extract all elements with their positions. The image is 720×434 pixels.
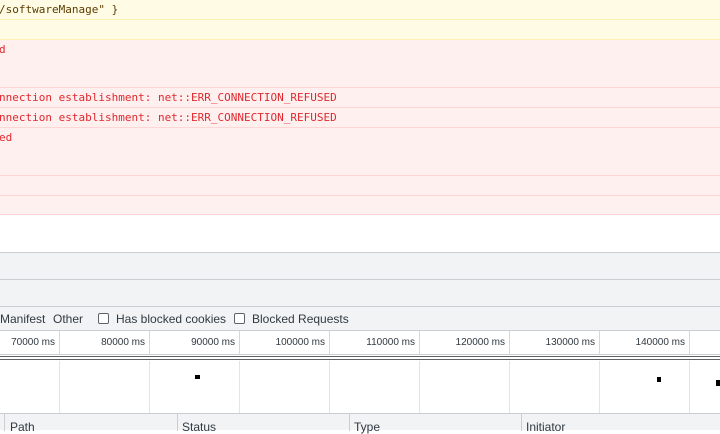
overview-gridline [149,361,150,413]
console-warning-row-continuation [0,20,720,40]
timeline-tick: 140000 ms [600,331,690,355]
timeline-ruler[interactable]: 70000 ms 80000 ms 90000 ms 100000 ms 110… [0,331,720,355]
timeline-tick-label: 80000 ms [101,337,145,348]
console-error-row[interactable]: nnection establishment: net::ERR_CONNECT… [0,108,720,128]
console-prompt-area[interactable] [0,215,720,253]
has-blocked-cookies-checkbox[interactable] [98,313,109,324]
console-error-row[interactable]: d [0,40,720,88]
console-error-row[interactable]: ed [0,128,720,176]
column-header-status[interactable]: Status [182,420,216,434]
blocked-requests-checkbox[interactable] [234,313,245,324]
request-table-header: Path Status Type Initiator [0,413,720,434]
filter-manifest[interactable]: Manifest [0,312,45,326]
column-header-path[interactable]: Path [10,420,35,434]
column-divider[interactable] [177,414,178,431]
network-filter-toolbar [0,280,720,307]
timeline-tick-label: 130000 ms [545,337,595,348]
console-error-text: nnection establishment: net::ERR_CONNECT… [0,91,337,104]
console-error-text: nnection establishment: net::ERR_CONNECT… [0,111,337,124]
console-warning-text: /softwareManage" } [0,3,119,16]
timeline-tick: 80000 ms [60,331,150,355]
timeline-tick-label: 110000 ms [366,337,415,348]
timeline-tick: 90000 ms [150,331,240,355]
resource-type-filter-bar: Manifest Other Has blocked cookies Block… [0,307,720,331]
timeline-tick-label: 140000 ms [635,337,685,348]
column-header-initiator[interactable]: Initiator [526,420,565,434]
timeline-tick-label: 100000 ms [275,337,325,348]
console-error-text: ed [0,131,13,144]
timeline-overview[interactable] [0,355,720,413]
timeline-tick-label: 120000 ms [455,337,505,348]
console-error-text: d [0,43,6,57]
timeline-tick-label: 70000 ms [11,337,55,348]
network-toolbar [0,253,720,280]
request-marker [195,375,200,379]
has-blocked-cookies-label[interactable]: Has blocked cookies [116,312,226,326]
overview-divider [0,359,720,360]
overview-gridline [689,361,690,413]
column-divider[interactable] [349,414,350,431]
column-divider[interactable] [521,414,522,431]
overview-gridline [59,361,60,413]
column-divider[interactable] [4,414,5,431]
timeline-tick: 110000 ms [330,331,420,355]
overview-gridline [599,361,600,413]
console-error-row-continuation [0,196,720,215]
console-error-row-continuation [0,176,720,196]
overview-gridline [419,361,420,413]
timeline-tick: 100000 ms [240,331,330,355]
request-marker [657,377,661,382]
timeline-tick-label: 90000 ms [191,337,235,348]
overview-gridline [329,361,330,413]
request-marker [716,380,720,386]
timeline-tick: 120000 ms [420,331,510,355]
overview-divider [0,356,720,357]
column-header-type[interactable]: Type [354,420,380,434]
console-error-row[interactable]: nnection establishment: net::ERR_CONNECT… [0,88,720,108]
filter-other[interactable]: Other [53,312,83,326]
blocked-requests-label[interactable]: Blocked Requests [252,312,349,326]
overview-gridline [509,361,510,413]
timeline-tick: 70000 ms [0,331,60,355]
console-messages: /softwareManage" } d nnection establishm… [0,0,720,215]
timeline-tick: 130000 ms [510,331,600,355]
console-warning-row[interactable]: /softwareManage" } [0,0,720,20]
overview-gridline [239,361,240,413]
